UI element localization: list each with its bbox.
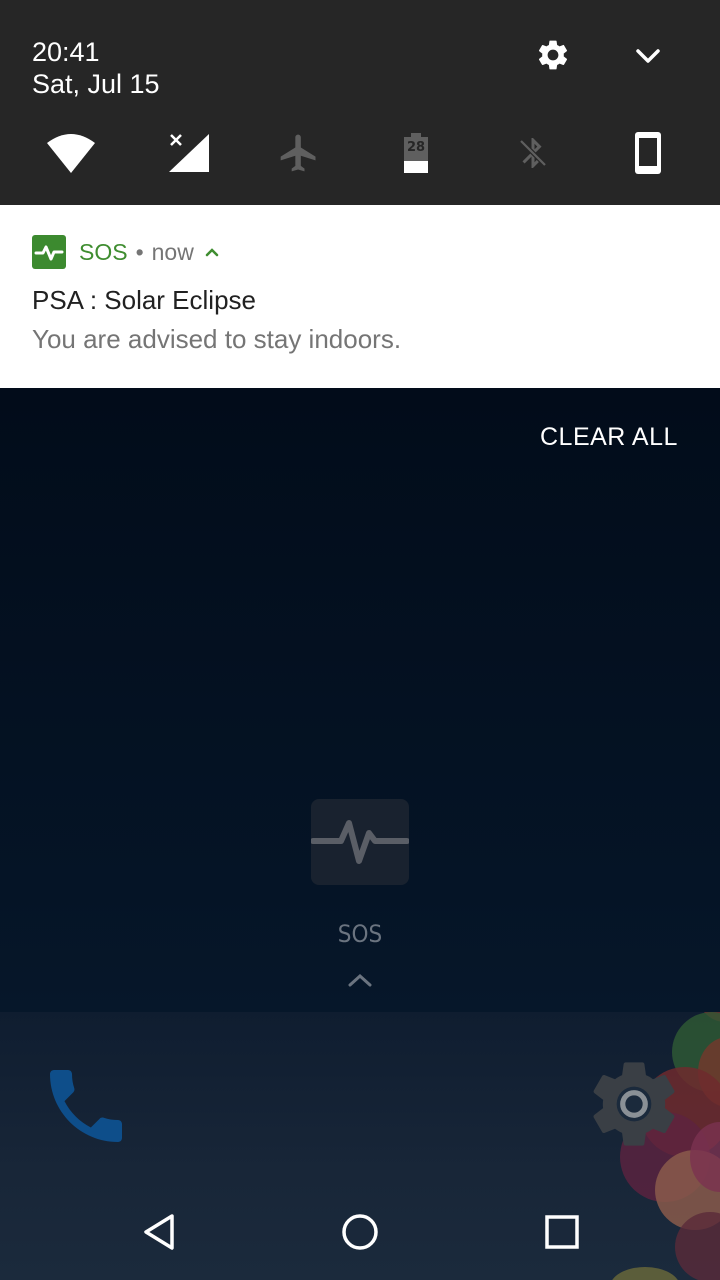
notification-time: now <box>151 238 194 265</box>
clear-all-button[interactable]: CLEAR ALL <box>540 420 678 454</box>
airplane-icon <box>280 134 316 172</box>
chevron-up-icon[interactable] <box>204 246 220 258</box>
wifi-icon <box>47 134 95 173</box>
battery-level: 28 <box>406 140 426 155</box>
quick-settings-header: 20:41 Sat, Jul 15 28 <box>0 0 720 205</box>
home-circle-icon <box>342 1214 378 1250</box>
gear-icon[interactable] <box>535 37 571 73</box>
airplane-mode-tile[interactable] <box>274 128 324 178</box>
notification-title: PSA : Solar Eclipse <box>32 285 256 315</box>
bluetooth-icon <box>519 138 547 168</box>
chevron-up-icon[interactable] <box>346 970 374 990</box>
notification-header: SOS • now <box>79 237 220 267</box>
cellular-tile[interactable] <box>164 128 214 178</box>
notification-shade-background <box>0 388 720 1012</box>
chevron-down-icon[interactable] <box>632 42 664 70</box>
cell-signal-no-sim-icon <box>167 132 209 172</box>
home-sos-app-icon[interactable] <box>310 799 410 885</box>
wallpaper-bokeh <box>610 1267 680 1280</box>
date-label[interactable]: Sat, Jul 15 <box>32 68 160 100</box>
nav-back-button[interactable] <box>128 1200 192 1264</box>
home-app-label: SOS <box>337 920 383 948</box>
separator-dot: • <box>135 238 144 265</box>
back-triangle-icon <box>144 1214 174 1250</box>
phone-icon[interactable] <box>38 1058 134 1154</box>
notification-app-name: SOS <box>79 238 128 265</box>
pulse-icon <box>310 820 410 864</box>
notification-text: You are advised to stay indoors. <box>32 324 402 354</box>
pulse-icon <box>34 245 64 261</box>
recents-square-icon <box>545 1215 579 1249</box>
sos-app-icon <box>32 235 66 269</box>
battery-tile[interactable]: 28 <box>391 128 441 178</box>
nav-recents-button[interactable] <box>530 1200 594 1264</box>
device-tile[interactable] <box>623 128 673 178</box>
clock-time: 20:41 <box>32 37 100 67</box>
nav-home-button[interactable] <box>328 1200 392 1264</box>
settings-icon[interactable] <box>582 1052 686 1156</box>
wifi-tile[interactable] <box>46 128 96 178</box>
notification-card[interactable]: SOS • now PSA : Solar Eclipse You are ad… <box>0 205 720 388</box>
phone-device-icon <box>635 132 661 174</box>
bluetooth-tile[interactable] <box>508 128 558 178</box>
